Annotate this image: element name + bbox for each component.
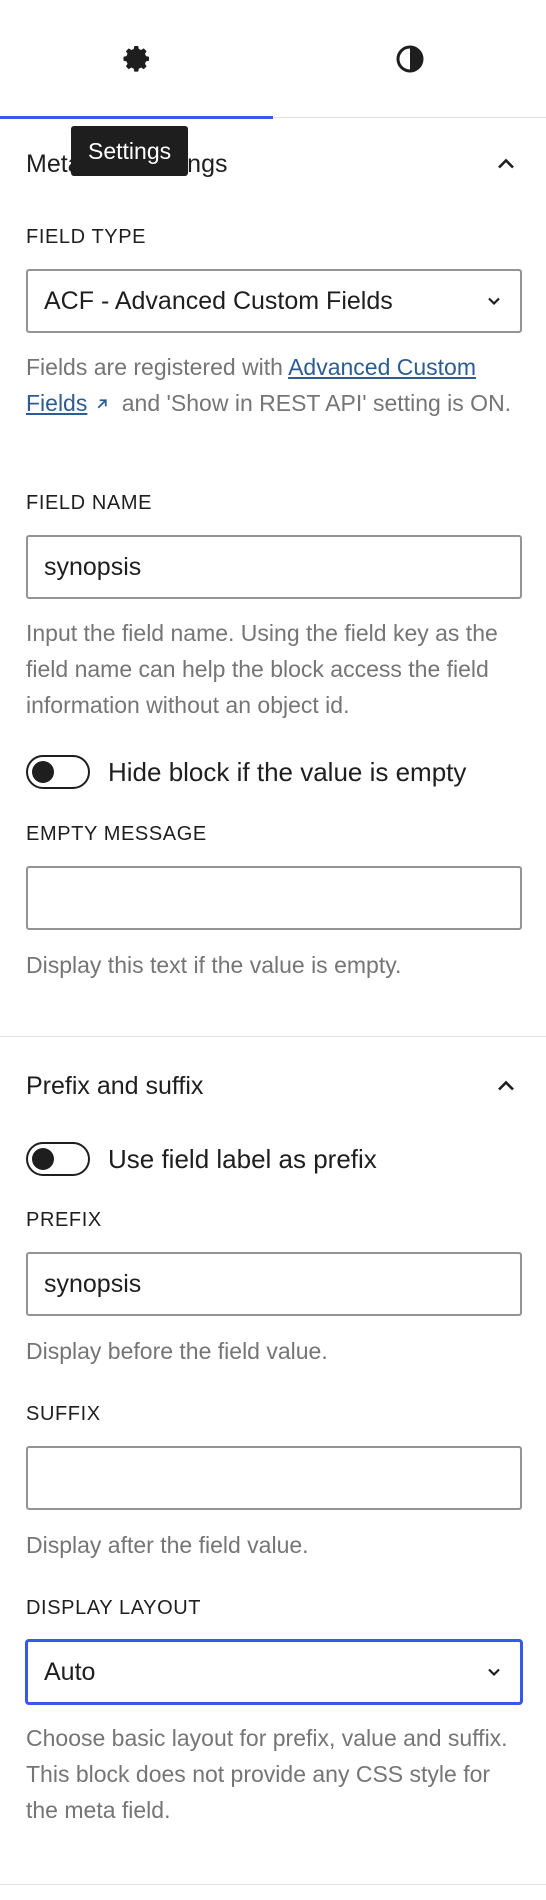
display-layout-value: Auto: [44, 1657, 96, 1686]
suffix-help: Display after the field value.: [26, 1532, 309, 1558]
suffix-label: SUFFIX: [26, 1403, 101, 1425]
hide-if-empty-label: Hide block if the value is empty: [108, 756, 467, 787]
display-layout-help: Choose basic layout for prefix, value an…: [26, 1725, 508, 1823]
prefix-label: PREFIX: [26, 1209, 102, 1231]
prefix-suffix-panel-title: Prefix and suffix: [26, 1071, 204, 1100]
half-circle-icon: [396, 45, 423, 73]
prefix-suffix-panel-toggle[interactable]: Prefix and suffix: [26, 1066, 520, 1106]
panel-divider-bottom: [0, 1884, 546, 1885]
empty-message-input[interactable]: [44, 883, 504, 913]
settings-tooltip: Settings: [71, 126, 189, 176]
chevron-down-icon: [488, 1668, 500, 1677]
active-tab-indicator: [0, 116, 273, 119]
empty-message-field[interactable]: [26, 866, 522, 930]
field-name-field[interactable]: [26, 535, 522, 599]
empty-message-label: EMPTY MESSAGE: [26, 823, 207, 845]
gear-icon: [123, 45, 149, 72]
toggle-knob: [32, 761, 54, 783]
field-type-select[interactable]: ACF - Advanced Custom Fields: [26, 269, 522, 333]
sidebar-tabs: [0, 0, 546, 119]
field-type-help-prefix: Fields are registered with: [26, 354, 289, 380]
external-link-icon: [97, 399, 108, 409]
field-name-input[interactable]: [44, 552, 504, 582]
label-as-prefix-toggle[interactable]: [26, 1142, 90, 1176]
field-name-help: Input the field name. Using the field ke…: [26, 620, 498, 718]
prefix-input[interactable]: [44, 1269, 504, 1299]
label-as-prefix-label: Use field label as prefix: [108, 1143, 377, 1174]
field-type-value: ACF - Advanced Custom Fields: [44, 286, 393, 315]
label-as-prefix-toggle-row[interactable]: Use field label as prefix: [26, 1142, 377, 1176]
chevron-up-icon: [498, 1080, 514, 1091]
display-layout-label: DISPLAY LAYOUT: [26, 1597, 202, 1619]
field-type-help: Fields are registered with Advanced Cust…: [26, 349, 526, 421]
chevron-up-icon: [498, 158, 514, 169]
toggle-knob: [32, 1148, 54, 1170]
suffix-input[interactable]: [44, 1463, 504, 1493]
display-layout-select[interactable]: Auto: [26, 1640, 522, 1704]
prefix-field[interactable]: [26, 1252, 522, 1316]
chevron-down-icon: [488, 297, 500, 306]
hide-if-empty-toggle[interactable]: [26, 755, 90, 789]
panel-divider: [0, 1036, 546, 1037]
field-name-label: FIELD NAME: [26, 492, 153, 514]
field-type-label: FIELD TYPE: [26, 226, 147, 248]
tab-settings[interactable]: [0, 0, 273, 119]
field-type-help-suffix: and 'Show in REST API' setting is ON.: [115, 390, 512, 416]
hide-if-empty-toggle-row[interactable]: Hide block if the value is empty: [26, 755, 466, 789]
tab-styles[interactable]: [273, 0, 546, 118]
prefix-help: Display before the field value.: [26, 1338, 328, 1364]
suffix-field[interactable]: [26, 1446, 522, 1510]
empty-message-help: Display this text if the value is empty.: [26, 952, 402, 978]
